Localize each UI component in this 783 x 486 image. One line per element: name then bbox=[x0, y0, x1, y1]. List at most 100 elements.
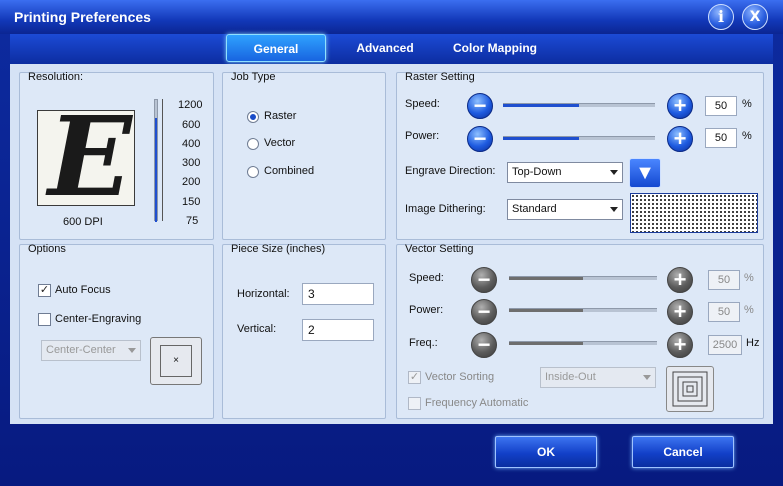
vector-freq-unit: Hz bbox=[746, 337, 760, 349]
tick-150: 150 bbox=[182, 196, 201, 208]
vector-speed-plus-button[interactable]: + bbox=[667, 267, 693, 293]
raster-power-label: Power: bbox=[405, 130, 440, 142]
resolution-slider-fill bbox=[155, 118, 157, 222]
printing-preferences-window: Printing Preferences i X General Advance… bbox=[0, 0, 783, 486]
center-mode-select[interactable]: Center-Center bbox=[41, 340, 141, 361]
horizontal-input[interactable]: 3 bbox=[302, 283, 374, 305]
center-mode-value: Center-Center bbox=[46, 344, 116, 356]
radio-raster-label: Raster bbox=[264, 110, 297, 122]
raster-speed-slider[interactable] bbox=[503, 103, 655, 107]
raster-setting-label: Raster Setting bbox=[405, 71, 475, 83]
resolution-label: Resolution: bbox=[28, 71, 84, 83]
auto-focus-label: Auto Focus bbox=[55, 284, 111, 296]
resolution-slider[interactable] bbox=[154, 99, 158, 222]
vector-speed-fill bbox=[509, 277, 583, 280]
horizontal-label: Horizontal: bbox=[237, 288, 290, 300]
radio-vector-label: Vector bbox=[264, 137, 296, 149]
vector-power-label: Power: bbox=[409, 304, 444, 316]
tick-200: 200 bbox=[182, 176, 201, 188]
tick-600: 600 bbox=[182, 119, 201, 131]
vector-freq-minus-button[interactable]: − bbox=[471, 332, 497, 358]
vector-setting-label: Vector Setting bbox=[405, 243, 474, 255]
raster-power-minus-button[interactable]: − bbox=[467, 126, 493, 152]
window-title: Printing Preferences bbox=[14, 9, 151, 25]
vertical-label: Vertical: bbox=[237, 323, 277, 335]
vector-freq-plus-button[interactable]: + bbox=[667, 332, 693, 358]
radio-raster[interactable] bbox=[247, 111, 259, 123]
title-bar: Printing Preferences i X bbox=[0, 0, 783, 34]
vector-power-plus-button[interactable]: + bbox=[667, 299, 693, 325]
vector-setting-group: Vector Setting Speed: − + 50 % Power: − … bbox=[396, 243, 764, 419]
resolution-group: Resolution: E 600 DPI 1200 600 400 300 2… bbox=[19, 71, 214, 240]
vector-freq-value[interactable]: 2500 bbox=[708, 335, 742, 355]
info-icon[interactable]: i bbox=[708, 4, 734, 30]
tab-advanced[interactable]: Advanced bbox=[345, 34, 425, 62]
resolution-scale bbox=[162, 99, 168, 221]
piece-size-label: Piece Size (inches) bbox=[231, 243, 326, 255]
raster-speed-minus-button[interactable]: − bbox=[467, 93, 493, 119]
engrave-direction-value: Top-Down bbox=[512, 166, 562, 178]
vector-sorting-label: Vector Sorting bbox=[425, 371, 495, 383]
tick-400: 400 bbox=[182, 138, 201, 150]
vector-speed-unit: % bbox=[744, 272, 754, 284]
cancel-button[interactable]: Cancel bbox=[632, 436, 734, 468]
preview-letter: E bbox=[48, 110, 132, 206]
vector-speed-slider[interactable] bbox=[509, 276, 657, 280]
vector-speed-value[interactable]: 50 bbox=[708, 270, 740, 290]
center-position-button[interactable]: × bbox=[150, 337, 202, 385]
center-engraving-checkbox[interactable] bbox=[38, 313, 51, 326]
image-dithering-select[interactable]: Standard bbox=[507, 199, 623, 220]
center-engraving-label: Center-Engraving bbox=[55, 313, 142, 325]
vector-power-value[interactable]: 50 bbox=[708, 302, 740, 322]
sort-pattern-preview bbox=[666, 366, 714, 412]
image-dithering-label: Image Dithering: bbox=[405, 203, 486, 215]
vertical-input[interactable]: 2 bbox=[302, 319, 374, 341]
radio-vector[interactable] bbox=[247, 138, 259, 150]
raster-speed-plus-button[interactable]: + bbox=[667, 93, 693, 119]
raster-speed-fill bbox=[503, 104, 579, 107]
resolution-preview: E bbox=[37, 110, 135, 206]
raster-power-value[interactable]: 50 bbox=[705, 128, 737, 148]
ok-button[interactable]: OK bbox=[495, 436, 597, 468]
raster-power-plus-button[interactable]: + bbox=[667, 126, 693, 152]
content-panel: Resolution: E 600 DPI 1200 600 400 300 2… bbox=[10, 64, 773, 424]
engrave-direction-label: Engrave Direction: bbox=[405, 165, 496, 177]
tick-75: 75 bbox=[186, 215, 199, 227]
raster-power-slider[interactable] bbox=[503, 136, 655, 140]
image-dithering-value: Standard bbox=[512, 203, 557, 215]
tab-bar: General Advanced Color Mapping bbox=[10, 34, 773, 64]
arrow-down-icon[interactable]: ▼ bbox=[629, 158, 661, 188]
sort-mode-value: Inside-Out bbox=[545, 371, 596, 383]
vector-power-slider[interactable] bbox=[509, 308, 657, 312]
vector-speed-label: Speed: bbox=[409, 272, 444, 284]
piece-size-group: Piece Size (inches) Horizontal: 3 Vertic… bbox=[222, 243, 386, 419]
close-icon[interactable]: X bbox=[742, 4, 768, 30]
raster-speed-value[interactable]: 50 bbox=[705, 96, 737, 116]
vector-power-fill bbox=[509, 309, 583, 312]
spiral-icon bbox=[672, 371, 708, 407]
vector-power-minus-button[interactable]: − bbox=[471, 299, 497, 325]
vector-freq-label: Freq.: bbox=[409, 337, 438, 349]
vector-sorting-checkbox[interactable]: ✓ bbox=[408, 371, 421, 384]
tab-color-mapping[interactable]: Color Mapping bbox=[445, 34, 545, 62]
resolution-current: 600 DPI bbox=[63, 216, 103, 228]
options-group: Options ✓ Auto Focus Center-Engraving Ce… bbox=[19, 243, 214, 419]
vector-freq-fill bbox=[509, 342, 583, 345]
engrave-direction-select[interactable]: Top-Down bbox=[507, 162, 623, 183]
auto-focus-checkbox[interactable]: ✓ bbox=[38, 284, 51, 297]
vector-freq-slider[interactable] bbox=[509, 341, 657, 345]
sort-mode-select[interactable]: Inside-Out bbox=[540, 367, 656, 388]
job-type-label: Job Type bbox=[231, 71, 276, 83]
raster-speed-label: Speed: bbox=[405, 98, 440, 110]
radio-combined[interactable] bbox=[247, 166, 259, 178]
raster-power-fill bbox=[503, 137, 579, 140]
frequency-automatic-label: Frequency Automatic bbox=[425, 397, 529, 409]
job-type-group: Job Type Raster Vector Combined bbox=[222, 71, 386, 240]
tick-1200: 1200 bbox=[178, 99, 203, 111]
radio-combined-label: Combined bbox=[264, 165, 315, 177]
frequency-automatic-checkbox[interactable] bbox=[408, 397, 421, 410]
options-label: Options bbox=[28, 243, 66, 255]
tick-300: 300 bbox=[182, 157, 201, 169]
vector-speed-minus-button[interactable]: − bbox=[471, 267, 497, 293]
tab-general[interactable]: General bbox=[226, 34, 326, 62]
